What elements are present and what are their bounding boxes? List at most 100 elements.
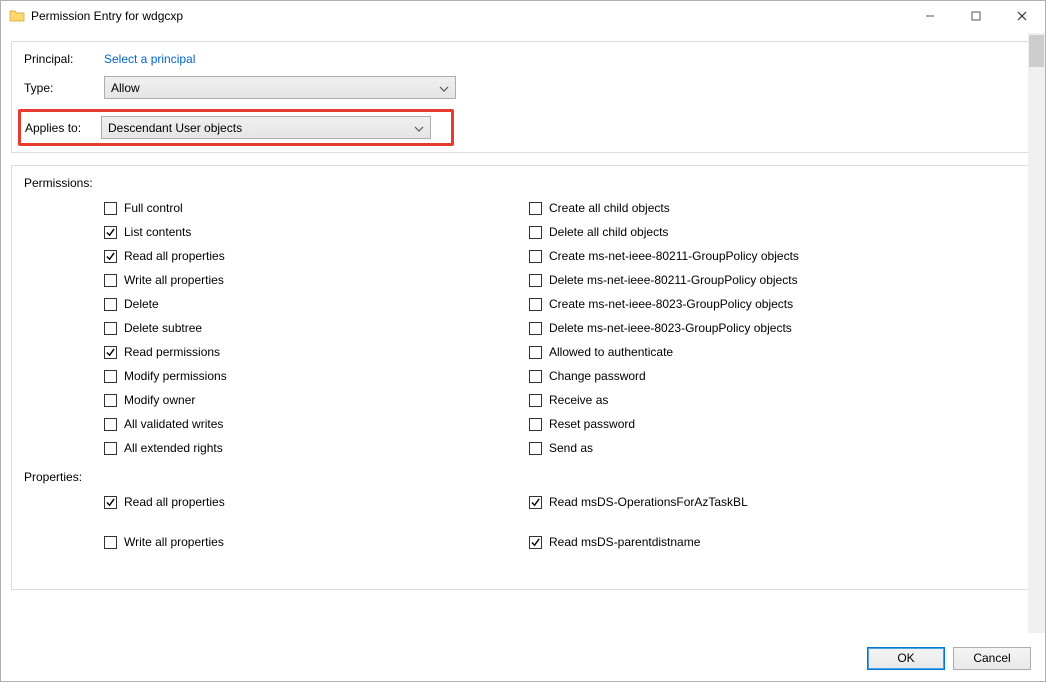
- checkbox-label: List contents: [124, 225, 191, 239]
- permissions-label: Permissions:: [24, 176, 1022, 190]
- checkbox-label: Delete ms-net-ieee-8023-GroupPolicy obje…: [549, 321, 792, 335]
- checkbox-label: All validated writes: [124, 417, 223, 431]
- permissions-panel: Permissions: Full control List contents Re…: [11, 165, 1035, 590]
- checkbox-create-ms-net-ieee-8023-grouppolicy-objects[interactable]: [529, 298, 542, 311]
- checkbox-row-read-msds-operationsforaztaskbl: Read msDS-OperationsForAzTaskBL: [529, 490, 954, 514]
- checkbox-create-all-child-objects[interactable]: [529, 202, 542, 215]
- checkbox-read-all-properties[interactable]: [104, 496, 117, 509]
- checkbox-delete-subtree[interactable]: [104, 322, 117, 335]
- cancel-button[interactable]: Cancel: [953, 647, 1031, 670]
- checkbox-label: Read msDS-OperationsForAzTaskBL: [549, 495, 748, 509]
- scrollbar-thumb[interactable]: [1029, 35, 1044, 67]
- checkbox-row-read-permissions: Read permissions: [104, 340, 529, 364]
- checkbox-read-msds-operationsforaztaskbl[interactable]: [529, 496, 542, 509]
- checkbox-label: Receive as: [549, 393, 608, 407]
- checkbox-label: Allowed to authenticate: [549, 345, 673, 359]
- checkbox-label: Create ms-net-ieee-8023-GroupPolicy obje…: [549, 297, 793, 311]
- checkbox-row-reset-password: Reset password: [529, 412, 954, 436]
- checkbox-label: Delete: [124, 297, 159, 311]
- checkbox-row-list-contents: List contents: [104, 220, 529, 244]
- checkbox-row-allowed-to-authenticate: Allowed to authenticate: [529, 340, 954, 364]
- checkbox-label: Modify owner: [124, 393, 195, 407]
- checkbox-label: Delete subtree: [124, 321, 202, 335]
- checkbox-allowed-to-authenticate[interactable]: [529, 346, 542, 359]
- checkbox-row-read-all-properties: Read all properties: [104, 244, 529, 268]
- checkbox-create-ms-net-ieee-80211-grouppolicy-objects[interactable]: [529, 250, 542, 263]
- checkbox-row-send-as: Send as: [529, 436, 954, 460]
- checkbox-label: Write all properties: [124, 273, 224, 287]
- type-label: Type:: [24, 81, 104, 95]
- checkbox-read-msds-parentdistname[interactable]: [529, 536, 542, 549]
- checkbox-all-extended-rights[interactable]: [104, 442, 117, 455]
- type-combobox[interactable]: Allow: [104, 76, 456, 99]
- checkbox-row-create-ms-net-ieee-8023-grouppolicy-objects: Create ms-net-ieee-8023-GroupPolicy obje…: [529, 292, 954, 316]
- checkbox-list-contents[interactable]: [104, 226, 117, 239]
- applies-to-label: Applies to:: [25, 121, 101, 135]
- checkbox-modify-permissions[interactable]: [104, 370, 117, 383]
- checkbox-row-receive-as: Receive as: [529, 388, 954, 412]
- checkbox-label: Read all properties: [124, 495, 225, 509]
- checkbox-delete-ms-net-ieee-80211-grouppolicy-objects[interactable]: [529, 274, 542, 287]
- checkbox-full-control[interactable]: [104, 202, 117, 215]
- checkbox-reset-password[interactable]: [529, 418, 542, 431]
- checkbox-send-as[interactable]: [529, 442, 542, 455]
- checkbox-row-read-msds-parentdistname: Read msDS-parentdistname: [529, 530, 954, 554]
- principal-label: Principal:: [24, 52, 104, 66]
- dialog-footer: OK Cancel: [1, 635, 1045, 681]
- chevron-down-icon: [439, 81, 449, 95]
- checkbox-change-password[interactable]: [529, 370, 542, 383]
- maximize-button[interactable]: [953, 1, 999, 31]
- checkbox-label: Delete ms-net-ieee-80211-GroupPolicy obj…: [549, 273, 798, 287]
- checkbox-row-delete: Delete: [104, 292, 529, 316]
- checkbox-write-all-properties[interactable]: [104, 536, 117, 549]
- close-button[interactable]: [999, 1, 1045, 31]
- checkbox-row-modify-owner: Modify owner: [104, 388, 529, 412]
- checkbox-label: Reset password: [549, 417, 635, 431]
- checkbox-label: Read msDS-parentdistname: [549, 535, 700, 549]
- checkbox-row-delete-subtree: Delete subtree: [104, 316, 529, 340]
- select-principal-link[interactable]: Select a principal: [104, 52, 195, 66]
- checkbox-row-all-extended-rights: All extended rights: [104, 436, 529, 460]
- checkbox-row-create-ms-net-ieee-80211-grouppolicy-objects: Create ms-net-ieee-80211-GroupPolicy obj…: [529, 244, 954, 268]
- window-title: Permission Entry for wdgcxp: [31, 9, 907, 23]
- checkbox-receive-as[interactable]: [529, 394, 542, 407]
- type-value: Allow: [111, 81, 140, 95]
- chevron-down-icon: [414, 121, 424, 135]
- checkbox-row-modify-permissions: Modify permissions: [104, 364, 529, 388]
- properties-label: Properties:: [24, 470, 1022, 484]
- minimize-button[interactable]: [907, 1, 953, 31]
- checkbox-row-read-all-properties: Read all properties: [104, 490, 529, 514]
- checkbox-read-permissions[interactable]: [104, 346, 117, 359]
- checkbox-label: Send as: [549, 441, 593, 455]
- checkbox-row-delete-all-child-objects: Delete all child objects: [529, 220, 954, 244]
- checkbox-row-all-validated-writes: All validated writes: [104, 412, 529, 436]
- applies-to-highlight: Applies to: Descendant User objects: [18, 109, 454, 146]
- checkbox-delete-all-child-objects[interactable]: [529, 226, 542, 239]
- applies-to-combobox[interactable]: Descendant User objects: [101, 116, 431, 139]
- checkbox-label: Read permissions: [124, 345, 220, 359]
- checkbox-label: Read all properties: [124, 249, 225, 263]
- checkbox-row-write-all-properties: Write all properties: [104, 268, 529, 292]
- checkbox-label: Create all child objects: [549, 201, 670, 215]
- checkbox-delete[interactable]: [104, 298, 117, 311]
- titlebar: Permission Entry for wdgcxp: [1, 1, 1045, 31]
- checkbox-modify-owner[interactable]: [104, 394, 117, 407]
- checkbox-label: Full control: [124, 201, 183, 215]
- checkbox-all-validated-writes[interactable]: [104, 418, 117, 431]
- ok-button[interactable]: OK: [867, 647, 945, 670]
- vertical-scrollbar[interactable]: [1028, 33, 1045, 633]
- checkbox-label: All extended rights: [124, 441, 223, 455]
- checkbox-label: Change password: [549, 369, 646, 383]
- checkbox-row-delete-ms-net-ieee-8023-grouppolicy-objects: Delete ms-net-ieee-8023-GroupPolicy obje…: [529, 316, 954, 340]
- checkbox-row-change-password: Change password: [529, 364, 954, 388]
- checkbox-delete-ms-net-ieee-8023-grouppolicy-objects[interactable]: [529, 322, 542, 335]
- checkbox-row-create-all-child-objects: Create all child objects: [529, 196, 954, 220]
- checkbox-label: Modify permissions: [124, 369, 227, 383]
- checkbox-row-full-control: Full control: [104, 196, 529, 220]
- checkbox-write-all-properties[interactable]: [104, 274, 117, 287]
- folder-icon: [9, 8, 25, 24]
- applies-to-value: Descendant User objects: [108, 121, 242, 135]
- checkbox-row-delete-ms-net-ieee-80211-grouppolicy-objects: Delete ms-net-ieee-80211-GroupPolicy obj…: [529, 268, 954, 292]
- checkbox-label: Delete all child objects: [549, 225, 668, 239]
- checkbox-read-all-properties[interactable]: [104, 250, 117, 263]
